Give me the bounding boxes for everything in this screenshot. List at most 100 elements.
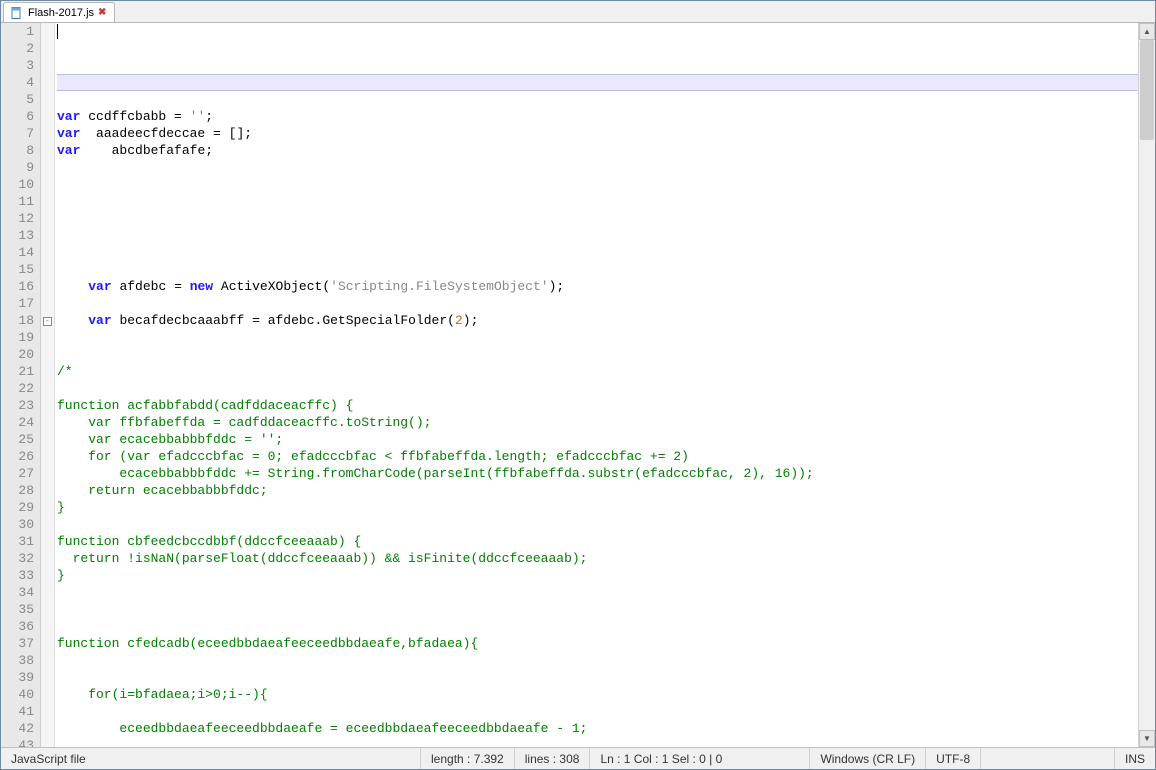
fold-gutter-cell [41,261,54,278]
file-icon [10,6,24,20]
line-number: 36 [1,618,34,635]
fold-gutter-cell [41,431,54,448]
scrollbar-track[interactable] [1139,40,1155,730]
code-line[interactable] [57,601,1138,618]
status-position: Ln : 1 Col : 1 Sel : 0 | 0 [590,748,810,769]
line-number: 16 [1,278,34,295]
code-line[interactable]: var abcdbefafafe; [57,142,1138,159]
code-line[interactable] [57,380,1138,397]
status-filetype: JavaScript file [1,748,421,769]
line-number: 20 [1,346,34,363]
line-number: 22 [1,380,34,397]
text-caret [57,24,58,39]
file-tab[interactable]: Flash-2017.js ✖ [3,2,115,22]
line-number: 8 [1,142,34,159]
code-line[interactable] [57,244,1138,261]
code-line[interactable] [57,346,1138,363]
code-line[interactable] [57,703,1138,720]
fold-gutter-cell [41,227,54,244]
line-number: 3 [1,57,34,74]
code-line[interactable] [57,618,1138,635]
status-eol[interactable]: Windows (CR LF) [810,748,926,769]
line-number: 23 [1,397,34,414]
close-tab-icon[interactable]: ✖ [98,8,108,18]
code-line[interactable]: } [57,567,1138,584]
code-line[interactable]: for (var efadcccbfac = 0; efadcccbfac < … [57,448,1138,465]
line-number: 40 [1,686,34,703]
code-line[interactable]: /* [57,363,1138,380]
line-number: 9 [1,159,34,176]
code-line[interactable]: eceedbbdaeafeeceedbbdaeafe = eceedbbdaea… [57,720,1138,737]
status-insert-mode[interactable]: INS [1115,748,1155,769]
code-line[interactable] [57,584,1138,601]
fold-gutter-cell [41,244,54,261]
fold-toggle-icon[interactable]: - [43,317,52,326]
code-area[interactable]: var ccdffcbabb = '';var aaadeecfdeccae =… [55,23,1138,747]
code-line[interactable]: var ccdffcbabb = ''; [57,108,1138,125]
fold-gutter-cell [41,74,54,91]
fold-gutter-cell [41,448,54,465]
line-number: 37 [1,635,34,652]
scroll-up-arrow-icon[interactable]: ▲ [1139,23,1155,40]
line-number: 12 [1,210,34,227]
code-line[interactable] [57,516,1138,533]
line-number: 7 [1,125,34,142]
fold-gutter-cell [41,142,54,159]
code-line[interactable] [57,669,1138,686]
vertical-scrollbar[interactable]: ▲ ▼ [1138,23,1155,747]
code-line[interactable]: } [57,499,1138,516]
code-line[interactable] [57,176,1138,193]
fold-gutter-cell [41,414,54,431]
code-line[interactable]: function cbfeedcbccdbbf(ddccfceeaaab) { [57,533,1138,550]
line-number: 4 [1,74,34,91]
code-line[interactable] [57,261,1138,278]
line-number: 6 [1,108,34,125]
fold-gutter-cell [41,567,54,584]
code-line[interactable] [57,74,1138,91]
code-line[interactable]: function acfabbfabdd(cadfddaceacffc) { [57,397,1138,414]
code-line[interactable] [57,193,1138,210]
fold-gutter-cell [41,516,54,533]
fold-gutter-cell [41,533,54,550]
line-number: 32 [1,550,34,567]
code-line[interactable] [57,295,1138,312]
fold-gutter-cell [41,737,54,747]
code-line[interactable]: var ffbfabeffda = cadfddaceacffc.toStrin… [57,414,1138,431]
line-number: 5 [1,91,34,108]
line-number: 1 [1,23,34,40]
fold-gutter-cell [41,159,54,176]
line-number-gutter: 1234567891011121314151617181920212223242… [1,23,41,747]
fold-gutter-cell [41,584,54,601]
scrollbar-thumb[interactable] [1140,40,1154,140]
fold-gutter-cell [41,686,54,703]
line-number: 41 [1,703,34,720]
code-line[interactable] [57,737,1138,747]
line-number: 19 [1,329,34,346]
code-line[interactable]: var ecacebbabbbfddc = ''; [57,431,1138,448]
code-line[interactable] [57,91,1138,108]
status-encoding[interactable]: UTF-8 [926,748,981,769]
fold-gutter: - [41,23,55,747]
line-number: 30 [1,516,34,533]
code-line[interactable]: var becafdecbcaaabff = afdebc.GetSpecial… [57,312,1138,329]
code-line[interactable]: function cfedcadb(eceedbbdaeafeeceedbbda… [57,635,1138,652]
line-number: 35 [1,601,34,618]
code-line[interactable]: for(i=bfadaea;i>0;i--){ [57,686,1138,703]
code-line[interactable] [57,652,1138,669]
code-line[interactable]: var aaadeecfdeccae = []; [57,125,1138,142]
code-line[interactable]: return ecacebbabbbfddc; [57,482,1138,499]
fold-gutter-cell [41,295,54,312]
scroll-down-arrow-icon[interactable]: ▼ [1139,730,1155,747]
fold-gutter-cell [41,703,54,720]
code-line[interactable] [57,159,1138,176]
code-line[interactable] [57,227,1138,244]
fold-gutter-cell [41,108,54,125]
code-line[interactable] [57,329,1138,346]
fold-gutter-cell [41,193,54,210]
code-line[interactable]: return !isNaN(parseFloat(ddccfceeaaab)) … [57,550,1138,567]
fold-gutter-cell [41,465,54,482]
code-line[interactable]: ecacebbabbbfddc += String.fromCharCode(p… [57,465,1138,482]
code-line[interactable]: var afdebc = new ActiveXObject('Scriptin… [57,278,1138,295]
line-number: 14 [1,244,34,261]
code-line[interactable] [57,210,1138,227]
